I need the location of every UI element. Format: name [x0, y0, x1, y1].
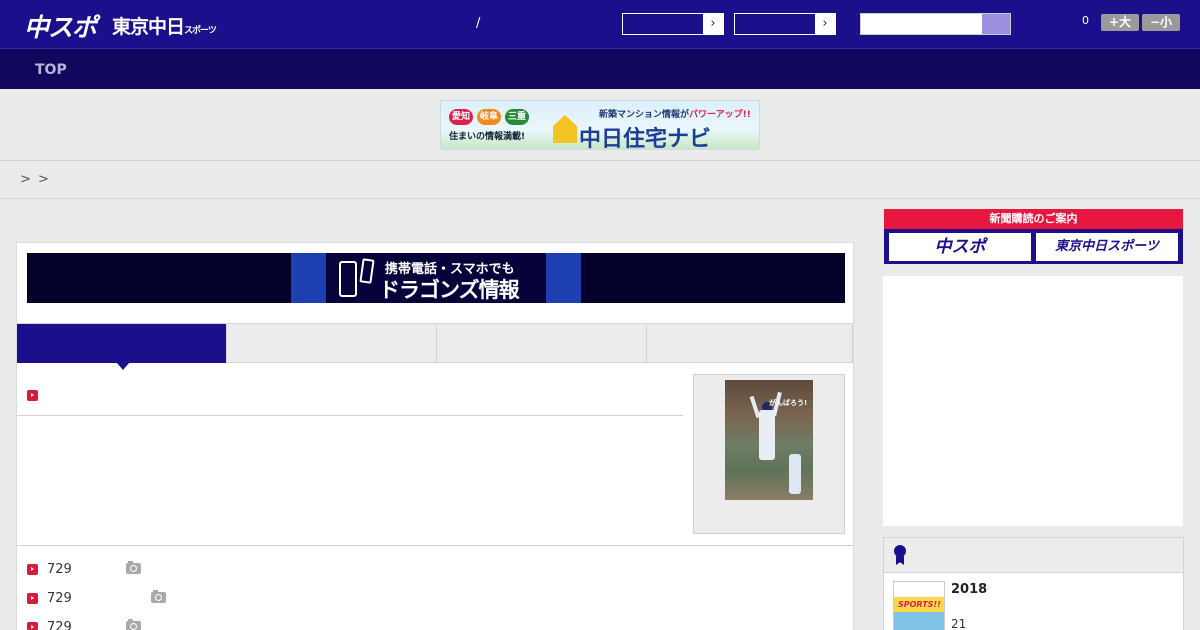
section-divider: [17, 545, 853, 546]
search-input[interactable]: [860, 13, 1011, 35]
house-icon: [553, 115, 577, 143]
tab-3[interactable]: [437, 324, 647, 363]
photo-player: [759, 410, 775, 460]
ad-copy-em: パワーアップ!!: [689, 110, 751, 120]
ranking-thumbnail[interactable]: SPORTS!!: [893, 581, 945, 630]
ad-copy: 新築マンション情報がパワーアップ!!: [599, 107, 751, 120]
ranking-title[interactable]: 2018: [951, 582, 987, 597]
news-tabs: [17, 323, 853, 370]
camera-icon: [151, 590, 166, 603]
tab-4[interactable]: [647, 324, 853, 363]
breadcrumb-separator: >: [38, 172, 49, 187]
subscription-box: 新聞購読のご案内 中スポ 東京中日スポーツ: [884, 209, 1183, 264]
housing-navi-ad[interactable]: 愛知 岐阜 三重 住まいの情報満載! 新築マンション情報がパワーアップ!! 中日…: [440, 100, 760, 150]
category-select-1[interactable]: ›: [622, 13, 724, 35]
category-select-2[interactable]: ›: [734, 13, 836, 35]
news-item-number: 729: [47, 591, 72, 606]
font-size-indicator: 0: [1082, 14, 1089, 27]
news-item-number: 729: [47, 562, 72, 577]
site-header: 中スポ 東京中日スポーツ / › › 0 +大 −小: [0, 0, 1200, 48]
chevron-right-icon[interactable]: ›: [703, 14, 723, 34]
ranking-box: SPORTS!! 2018 21: [883, 537, 1184, 630]
ad-chip-gifu: 岐阜: [477, 109, 501, 125]
thumb-label: SPORTS!!: [898, 600, 941, 609]
tokyo-subscribe-button[interactable]: 東京中日スポーツ: [1036, 233, 1178, 261]
photo-player: [789, 454, 801, 494]
tab-2[interactable]: [227, 324, 437, 363]
tab-1[interactable]: [17, 324, 227, 370]
ranking-date: 21: [951, 617, 967, 630]
font-size-large-button[interactable]: +大: [1101, 14, 1139, 31]
ad-brand: 中日住宅ナビ: [579, 121, 712, 150]
photo-sign: がんばろう!: [769, 399, 808, 407]
font-size-small-button[interactable]: −小: [1142, 14, 1180, 31]
chuspo-logo[interactable]: 中スポ: [24, 8, 97, 44]
dragons-mobile-banner[interactable]: 携帯電話・スマホでも ドラゴンズ情報: [27, 253, 845, 303]
lead-bullet-icon: [27, 390, 38, 401]
subscription-title: 新聞購読のご案内: [884, 209, 1183, 229]
news-item[interactable]: 729: [17, 589, 853, 611]
search-button[interactable]: [982, 14, 1010, 34]
ranking-header: [884, 538, 1183, 573]
bullet-icon: [27, 564, 38, 575]
chevron-right-icon[interactable]: ›: [815, 14, 835, 34]
featured-photo[interactable]: がんばろう!: [725, 380, 813, 500]
main-content: 携帯電話・スマホでも ドラゴンズ情報 がんばろう! 729 729 729: [16, 242, 854, 630]
ad-chip-aichi: 愛知: [449, 109, 473, 125]
camera-icon: [126, 561, 141, 574]
header-separator: /: [476, 16, 481, 31]
tokyo-logo-sub: スポーツ: [184, 26, 217, 36]
tokyo-chunichi-logo[interactable]: 東京中日スポーツ: [112, 12, 217, 39]
news-item-number: 729: [47, 620, 72, 630]
sidebar-ad-slot[interactable]: [883, 276, 1183, 526]
chuspo-subscribe-button[interactable]: 中スポ: [889, 233, 1031, 261]
ad-chip-mie: 三重: [505, 109, 529, 125]
featured-photo-frame: がんばろう!: [693, 374, 845, 534]
lead-divider: [17, 415, 683, 416]
phone-icon: [339, 261, 357, 297]
ad-tagline: 住まいの情報満載!: [449, 132, 526, 142]
bullet-icon: [27, 593, 38, 604]
global-nav: TOP: [0, 48, 1200, 89]
camera-icon: [126, 619, 141, 630]
news-item[interactable]: 729: [17, 618, 853, 630]
breadcrumb-separator: >: [20, 172, 31, 187]
ad-band: 愛知 岐阜 三重 住まいの情報満載! 新築マンション情報がパワーアップ!! 中日…: [0, 89, 1200, 161]
nav-item-top[interactable]: TOP: [35, 62, 67, 78]
ad-brand-b: 住宅ナビ: [623, 127, 712, 150]
ad-brand-a: 中日: [579, 127, 624, 150]
breadcrumb: > >: [0, 161, 1200, 199]
news-item[interactable]: 729: [17, 560, 853, 582]
tokyo-logo-text: 東京中日: [112, 16, 185, 38]
medal-icon: [894, 545, 906, 557]
ad-copy-text: 新築マンション情報が: [599, 110, 690, 120]
bullet-icon: [27, 622, 38, 630]
banner-line2: ドラゴンズ情報: [379, 278, 520, 302]
